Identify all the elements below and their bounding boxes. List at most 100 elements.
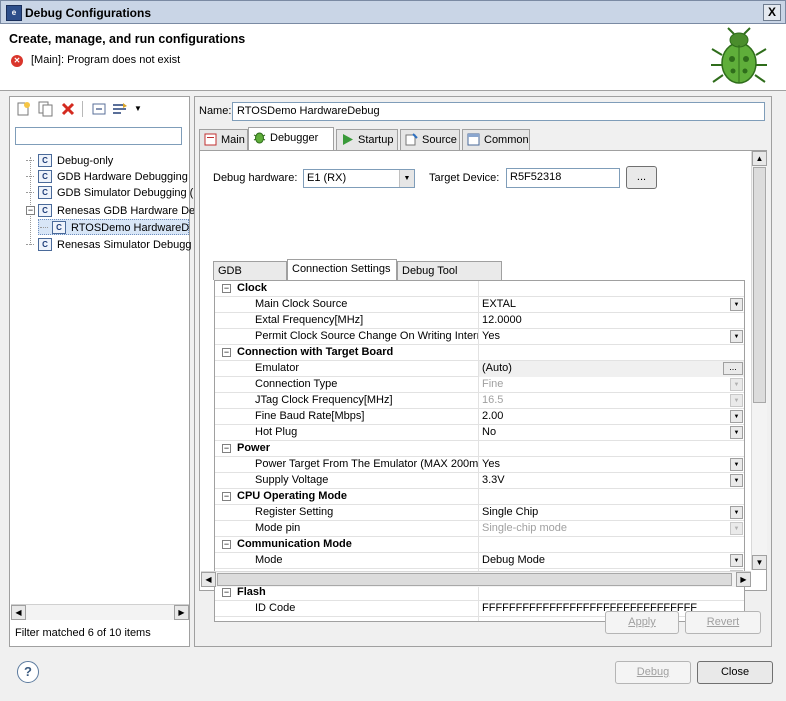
- chevron-down-icon[interactable]: ▼: [730, 506, 743, 519]
- grid-property-row[interactable]: Register Setting Single Chip ▼: [215, 505, 744, 521]
- grid-property-row[interactable]: Fine Baud Rate[Mbps] 2.00 ▼: [215, 409, 744, 425]
- grid-property-row[interactable]: Power Target From The Emulator (MAX 200m…: [215, 457, 744, 473]
- window-close-button[interactable]: X: [763, 4, 781, 21]
- property-value[interactable]: Fine ▼: [478, 377, 744, 393]
- filter-input[interactable]: [15, 127, 182, 145]
- inner-tab-connection-settings[interactable]: Connection Settings: [287, 259, 397, 280]
- property-value[interactable]: No ▼: [478, 425, 744, 441]
- grid-property-row[interactable]: Permit Clock Source Change On Writing In…: [215, 329, 744, 345]
- apply-button[interactable]: Apply: [605, 611, 679, 634]
- grid-group-row[interactable]: − CPU Operating Mode: [215, 489, 744, 505]
- chevron-down-icon[interactable]: ▼: [730, 458, 743, 471]
- tab-startup[interactable]: Startup: [336, 129, 398, 150]
- tab-main[interactable]: Main: [199, 129, 248, 150]
- grid-property-row[interactable]: Mode Debug Mode ▼: [215, 553, 744, 569]
- collapse-all-icon[interactable]: [91, 101, 107, 117]
- scrollbar-thumb[interactable]: [217, 573, 732, 586]
- help-button[interactable]: ?: [17, 661, 39, 683]
- scrollbar-thumb[interactable]: [753, 167, 766, 403]
- property-value[interactable]: EXTAL ▼: [478, 297, 744, 313]
- property-value[interactable]: Debug Mode ▼: [478, 553, 744, 569]
- chevron-down-icon[interactable]: ▼: [730, 426, 743, 439]
- tab-source[interactable]: Source: [400, 129, 460, 150]
- grid-property-row[interactable]: Supply Voltage 3.3V ▼: [215, 473, 744, 489]
- scroll-left-icon[interactable]: ◀: [11, 605, 26, 620]
- debug-button[interactable]: Debug: [615, 661, 691, 684]
- property-value[interactable]: Yes ▼: [478, 329, 744, 345]
- scroll-up-icon[interactable]: ▲: [752, 151, 767, 166]
- chevron-down-icon[interactable]: ▼: [730, 410, 743, 423]
- target-device-field[interactable]: R5F52318: [506, 168, 620, 188]
- chevron-down-icon[interactable]: ▼: [730, 522, 743, 535]
- scroll-left-icon[interactable]: ◀: [201, 572, 216, 587]
- grid-property-row[interactable]: Main Clock Source EXTAL ▼: [215, 297, 744, 313]
- collapse-toggle-icon[interactable]: −: [222, 492, 231, 501]
- close-button[interactable]: Close: [697, 661, 773, 684]
- grid-property-row[interactable]: Emulator (Auto)...: [215, 361, 744, 377]
- collapse-toggle-icon[interactable]: −: [222, 348, 231, 357]
- c-config-icon: C: [38, 204, 52, 217]
- grid-group-row[interactable]: − Flash: [215, 585, 744, 601]
- duplicate-icon[interactable]: [37, 101, 53, 117]
- property-name: Main Clock Source: [255, 298, 348, 310]
- grid-horizontal-scrollbar[interactable]: ◀ ▶: [201, 571, 751, 587]
- chevron-down-icon[interactable]: ▼: [730, 394, 743, 407]
- inner-tab-debug-tool-settings[interactable]: Debug Tool Settings: [397, 261, 502, 295]
- collapse-toggle-icon[interactable]: −: [222, 540, 231, 549]
- property-value-text: EXTAL: [482, 298, 517, 310]
- name-input[interactable]: RTOSDemo HardwareDebug: [232, 102, 765, 121]
- property-value[interactable]: 16.5 ▼: [478, 393, 744, 409]
- property-value[interactable]: 12.0000: [478, 313, 744, 329]
- grid-property-row[interactable]: JTag Clock Frequency[MHz] 16.5 ▼: [215, 393, 744, 409]
- property-value[interactable]: Single-chip mode ▼: [478, 521, 744, 537]
- grid-group-row[interactable]: − Connection with Target Board: [215, 345, 744, 361]
- grid-group-row[interactable]: − Clock: [215, 281, 744, 297]
- scroll-right-icon[interactable]: ▶: [174, 605, 189, 620]
- new-config-icon[interactable]: [15, 101, 31, 117]
- property-value-text: 2.00: [482, 410, 504, 422]
- debug-hardware-select[interactable]: E1 (RX) ▼: [303, 169, 415, 188]
- revert-button[interactable]: Revert: [685, 611, 761, 634]
- browse-emulator-button[interactable]: ...: [723, 362, 743, 375]
- chevron-down-icon[interactable]: ▼: [134, 104, 142, 113]
- collapse-toggle-icon[interactable]: −: [222, 588, 231, 597]
- grid-property-row[interactable]: Connection Type Fine ▼: [215, 377, 744, 393]
- vertical-scrollbar[interactable]: ▲ ▼: [751, 151, 767, 570]
- grid-property-row[interactable]: Extal Frequency[MHz] 12.0000: [215, 313, 744, 329]
- group-value-cell: [478, 489, 744, 505]
- property-name: Emulator: [255, 362, 300, 374]
- inner-tab-gdb-settings[interactable]: GDB Settings: [213, 261, 287, 295]
- filter-icon[interactable]: [112, 101, 128, 117]
- tab-debugger[interactable]: Debugger: [248, 127, 334, 150]
- chevron-down-icon[interactable]: ▼: [730, 378, 743, 391]
- property-value-text: 16.5: [482, 394, 504, 406]
- scroll-right-icon[interactable]: ▶: [736, 572, 751, 587]
- chevron-down-icon[interactable]: ▼: [730, 554, 743, 567]
- chevron-down-icon[interactable]: ▼: [730, 474, 743, 487]
- grid-group-row[interactable]: − Communication Mode: [215, 537, 744, 553]
- collapse-toggle-icon[interactable]: −: [222, 284, 231, 293]
- delete-icon[interactable]: [60, 101, 76, 117]
- grid-property-row[interactable]: Mode pin Single-chip mode ▼: [215, 521, 744, 537]
- collapse-toggle-icon[interactable]: −: [26, 206, 35, 215]
- property-value[interactable]: Single Chip ▼: [478, 505, 744, 521]
- tree-item-rtosdemo-hardwaredebug[interactable]: C RTOSDemo HardwareD: [38, 219, 189, 235]
- browse-device-button[interactable]: ...: [626, 166, 657, 189]
- property-name: Mode pin: [255, 522, 301, 534]
- property-value[interactable]: 2.00 ▼: [478, 409, 744, 425]
- grid-property-row[interactable]: Hot Plug No ▼: [215, 425, 744, 441]
- eclipse-icon: e: [6, 5, 22, 21]
- scroll-down-icon[interactable]: ▼: [752, 555, 767, 570]
- grid-group-row[interactable]: − Power: [215, 441, 744, 457]
- property-value[interactable]: Yes ▼: [478, 457, 744, 473]
- group-title: CPU Operating Mode: [237, 490, 348, 502]
- dialog-header: Create, manage, and run configurations ✕…: [0, 24, 786, 91]
- property-value[interactable]: 3.3V ▼: [478, 473, 744, 489]
- property-value[interactable]: (Auto)...: [478, 361, 744, 377]
- group-title: Power: [237, 442, 271, 454]
- horizontal-scrollbar[interactable]: ◀ ▶: [11, 604, 189, 620]
- collapse-toggle-icon[interactable]: −: [222, 444, 231, 453]
- chevron-down-icon[interactable]: ▼: [730, 330, 743, 343]
- tab-common[interactable]: Common: [462, 129, 530, 150]
- chevron-down-icon[interactable]: ▼: [730, 298, 743, 311]
